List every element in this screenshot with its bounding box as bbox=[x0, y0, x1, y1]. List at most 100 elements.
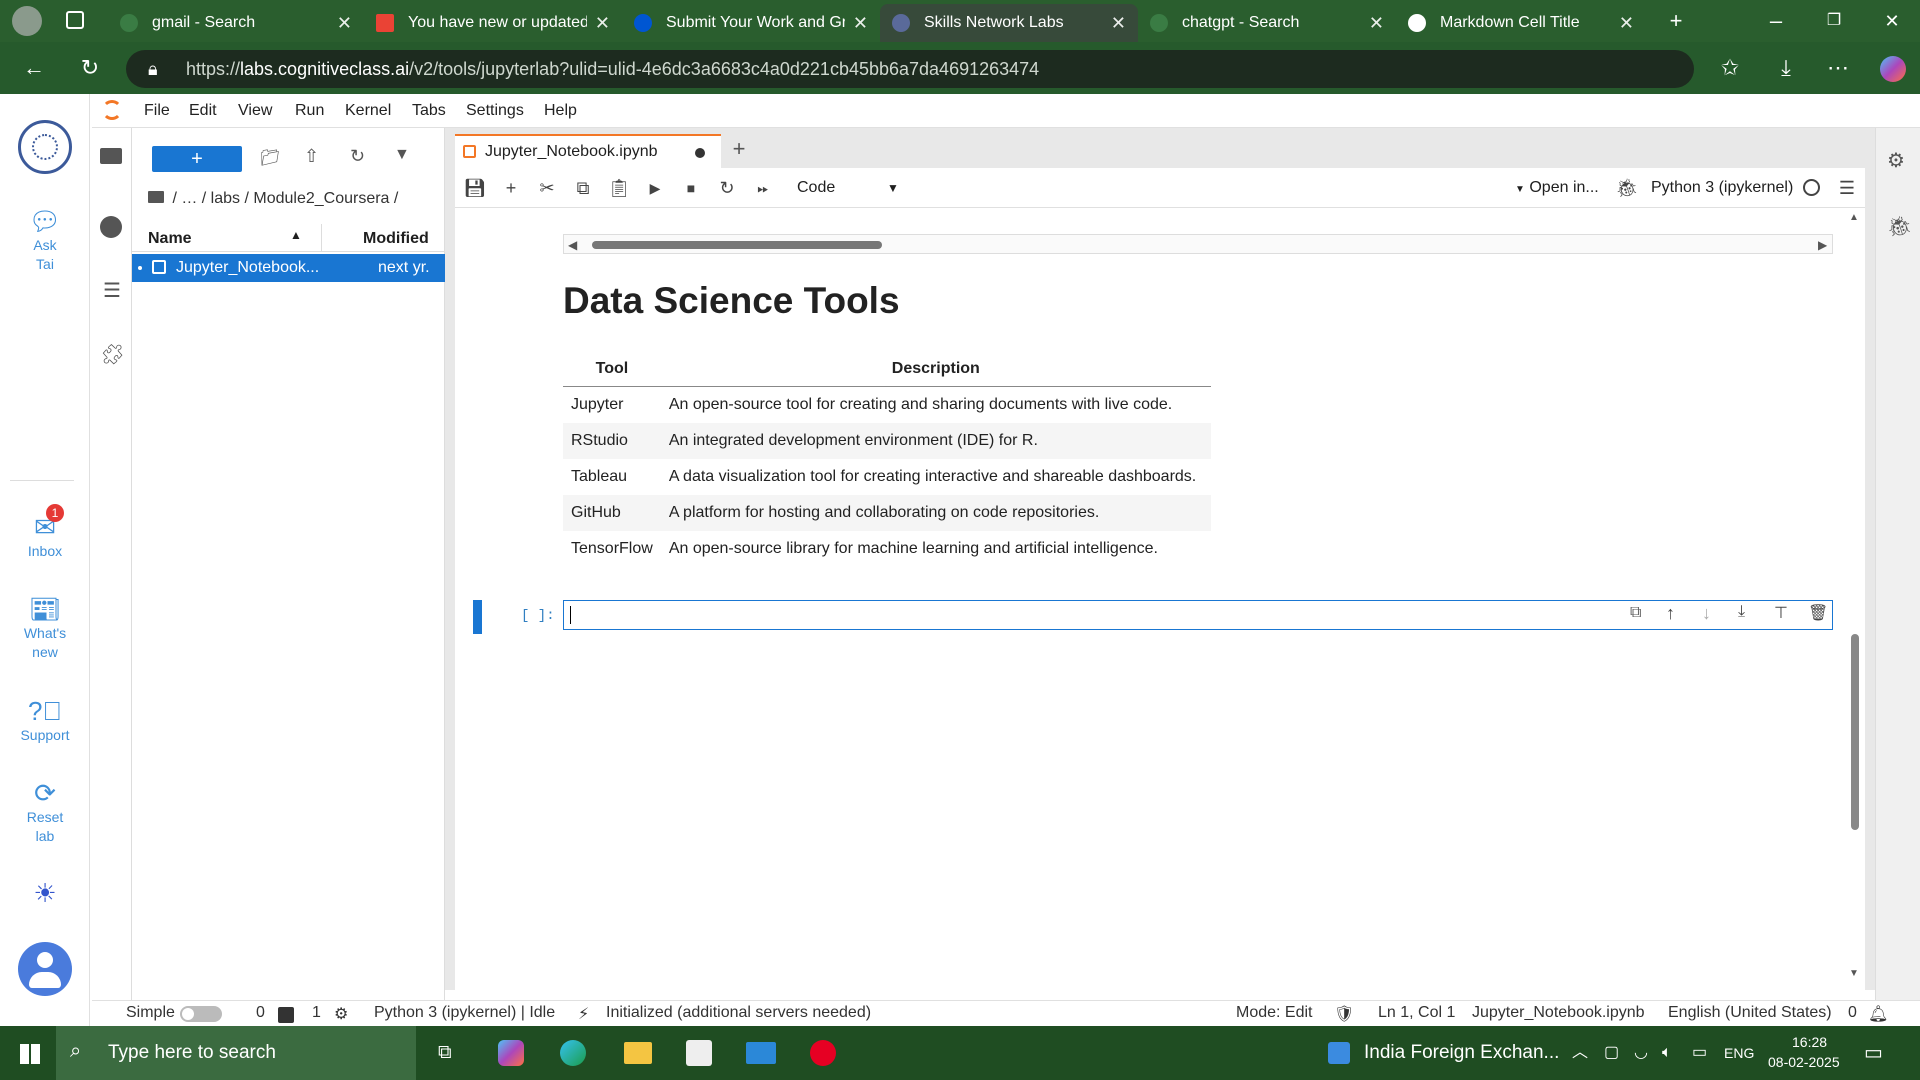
mail-taskbar-icon[interactable] bbox=[746, 1042, 776, 1064]
file-row-selected[interactable]: Jupyter_Notebook... next yr. bbox=[132, 254, 445, 282]
lsp-status[interactable]: Initialized (additional servers needed) bbox=[606, 1004, 871, 1022]
news-widget-text[interactable]: India Foreign Exchan... bbox=[1364, 1026, 1559, 1080]
close-icon[interactable]: ✕ bbox=[1369, 13, 1384, 34]
downloads-icon[interactable]: ⤓ bbox=[1770, 53, 1802, 83]
extensions-icon[interactable]: 🧩︎ bbox=[100, 342, 125, 366]
browser-tab[interactable]: Submit Your Work and Grad ✕ bbox=[622, 4, 880, 42]
property-inspector-icon[interactable]: ⚙︎ bbox=[1887, 148, 1905, 173]
debugger-panel-icon[interactable]: 🐞︎ bbox=[1887, 214, 1912, 239]
open-in-button[interactable]: ▼ Open in... bbox=[1515, 176, 1599, 202]
favorites-icon[interactable]: ✩ bbox=[1714, 53, 1746, 83]
browser-tab[interactable]: chatgpt - Search ✕ bbox=[1138, 4, 1396, 42]
edge-taskbar-icon[interactable] bbox=[560, 1040, 586, 1066]
browser-tab[interactable]: gmail - Search ✕ bbox=[108, 4, 364, 42]
duplicate-cell-icon[interactable]: ⧉ bbox=[1630, 604, 1641, 622]
support-button[interactable]: ?⃝ Support bbox=[0, 696, 90, 745]
menu-icon[interactable]: ☰ bbox=[1835, 176, 1859, 200]
vertical-scrollbar-thumb[interactable] bbox=[1851, 634, 1859, 830]
profile-avatar[interactable] bbox=[12, 6, 42, 36]
browser-tab[interactable]: You have new or updated g ✕ bbox=[364, 4, 622, 42]
upload-icon[interactable]: ⇧ bbox=[304, 146, 324, 166]
save-icon[interactable]: 💾︎ bbox=[463, 176, 487, 200]
maximize-icon[interactable]: ❐ bbox=[1818, 6, 1850, 36]
notification-count[interactable]: 0 bbox=[1848, 1004, 1857, 1022]
paste-icon[interactable]: 📋︎ bbox=[607, 176, 631, 200]
running-kernels-icon[interactable] bbox=[100, 216, 122, 238]
scroll-right-icon[interactable]: ▶ bbox=[1818, 235, 1827, 255]
bell-icon[interactable]: 🔔︎ bbox=[1868, 1004, 1888, 1024]
pinterest-taskbar-icon[interactable] bbox=[810, 1040, 836, 1066]
tab-actions-icon[interactable] bbox=[66, 11, 84, 29]
simple-mode-toggle[interactable] bbox=[180, 1006, 222, 1022]
cursor-position[interactable]: Ln 1, Col 1 bbox=[1378, 1004, 1455, 1022]
battery-icon[interactable]: ▭ bbox=[1692, 1026, 1707, 1080]
menu-help[interactable]: Help bbox=[544, 102, 577, 120]
move-down-icon[interactable]: ↓ bbox=[1702, 603, 1711, 624]
insert-below-icon[interactable]: ⤓ bbox=[1738, 603, 1745, 621]
theme-toggle[interactable]: ☀︎ bbox=[0, 878, 90, 908]
kernel-status[interactable]: Python 3 (ipykernel) | Idle bbox=[374, 1004, 555, 1022]
scroll-down-icon[interactable]: ▼ bbox=[1849, 968, 1859, 979]
cell-type-dropdown[interactable]: Code ▼ bbox=[797, 176, 907, 200]
kernel-name[interactable]: Python 3 (ipykernel) bbox=[1651, 176, 1793, 200]
filter-icon[interactable]: ▼ bbox=[394, 146, 414, 166]
tray-chevron-icon[interactable]: ︿ bbox=[1572, 1026, 1588, 1080]
insert-above-icon[interactable]: ⊤ bbox=[1774, 603, 1788, 623]
taskbar-search-box[interactable]: ⌕ Type here to search bbox=[56, 1026, 416, 1080]
kernels-count[interactable]: 1 bbox=[312, 1004, 321, 1022]
reset-lab-button[interactable]: ⟳ Reset lab bbox=[0, 778, 90, 846]
new-folder-icon[interactable]: 📁︎ bbox=[260, 148, 280, 168]
ask-tai-button[interactable]: 💬︎ Ask Tai bbox=[0, 206, 90, 274]
store-taskbar-icon[interactable] bbox=[686, 1040, 712, 1066]
news-icon[interactable] bbox=[1328, 1042, 1350, 1064]
unsaved-dot-icon[interactable] bbox=[695, 148, 705, 158]
menu-settings[interactable]: Settings bbox=[466, 102, 524, 120]
copy-icon[interactable]: ⧉ bbox=[571, 176, 595, 200]
folder-icon[interactable] bbox=[100, 148, 122, 164]
scroll-left-icon[interactable]: ◀ bbox=[568, 235, 577, 255]
new-launcher-button[interactable]: + bbox=[152, 146, 242, 172]
new-tab-icon[interactable]: + bbox=[1660, 6, 1692, 36]
browser-tab[interactable]: Markdown Cell Title ✕ bbox=[1396, 4, 1646, 42]
table-of-contents-icon[interactable]: ☰ bbox=[100, 278, 124, 302]
input-language[interactable]: ENG bbox=[1724, 1026, 1754, 1080]
copilot-icon[interactable] bbox=[1880, 56, 1906, 82]
minimize-icon[interactable]: – bbox=[1760, 6, 1792, 36]
breadcrumb-path[interactable]: / … / labs / Module2_Coursera / bbox=[172, 190, 398, 207]
column-name-header[interactable]: Name bbox=[148, 230, 192, 248]
url-field[interactable]: 🔒︎ https://labs.cognitiveclass.ai/v2/too… bbox=[126, 50, 1694, 88]
restart-icon[interactable]: ↻ bbox=[715, 176, 739, 200]
close-icon[interactable]: ✕ bbox=[337, 13, 352, 34]
menu-tabs[interactable]: Tabs bbox=[412, 102, 446, 120]
clock-date[interactable]: 08-02-2025 bbox=[1768, 1054, 1840, 1070]
window-close-icon[interactable]: ✕ bbox=[1876, 6, 1908, 36]
menu-edit[interactable]: Edit bbox=[189, 102, 217, 120]
cut-icon[interactable]: ✂︎ bbox=[535, 176, 559, 200]
network-icon[interactable]: ◡ bbox=[1634, 1026, 1648, 1080]
refresh-icon[interactable]: ↻ bbox=[350, 146, 370, 166]
folder-home-icon[interactable] bbox=[148, 191, 164, 203]
move-up-icon[interactable]: ↑ bbox=[1666, 603, 1675, 624]
task-view-icon[interactable]: ⧉ bbox=[438, 1026, 452, 1080]
menu-view[interactable]: View bbox=[238, 102, 272, 120]
clock-time[interactable]: 16:28 bbox=[1792, 1034, 1827, 1050]
notebook-tab[interactable]: Jupyter_Notebook.ipynb bbox=[455, 134, 721, 168]
user-avatar[interactable] bbox=[18, 942, 72, 996]
scroll-up-icon[interactable]: ▲ bbox=[1849, 212, 1859, 223]
back-icon[interactable]: ← bbox=[18, 53, 50, 83]
terminals-count[interactable]: 0 bbox=[256, 1004, 265, 1022]
notification-center-icon[interactable]: ▭ bbox=[1864, 1026, 1883, 1080]
copilot-taskbar-icon[interactable] bbox=[498, 1040, 524, 1066]
code-cell-editor[interactable]: ⧉ ↑ ↓ ⤓ ⊤ 🗑︎ bbox=[563, 600, 1833, 630]
close-icon[interactable]: ✕ bbox=[1619, 13, 1634, 34]
display-language[interactable]: English (United States) bbox=[1668, 1004, 1832, 1022]
trusted-icon[interactable]: 🛡︎ bbox=[1334, 1004, 1354, 1024]
menu-kernel[interactable]: Kernel bbox=[345, 102, 391, 120]
debugger-icon[interactable]: 🐞︎ bbox=[1615, 176, 1639, 200]
whats-new-button[interactable]: 📰︎ What's new bbox=[0, 594, 90, 662]
windows-start-icon[interactable] bbox=[20, 1044, 40, 1064]
inbox-button[interactable]: ✉︎ Inbox 1 bbox=[0, 504, 90, 561]
fast-forward-icon[interactable]: ⏩︎ bbox=[751, 176, 775, 200]
browser-tab-active[interactable]: Skills Network Labs ✕ bbox=[880, 4, 1138, 42]
refresh-icon[interactable]: ↻ bbox=[74, 53, 106, 83]
